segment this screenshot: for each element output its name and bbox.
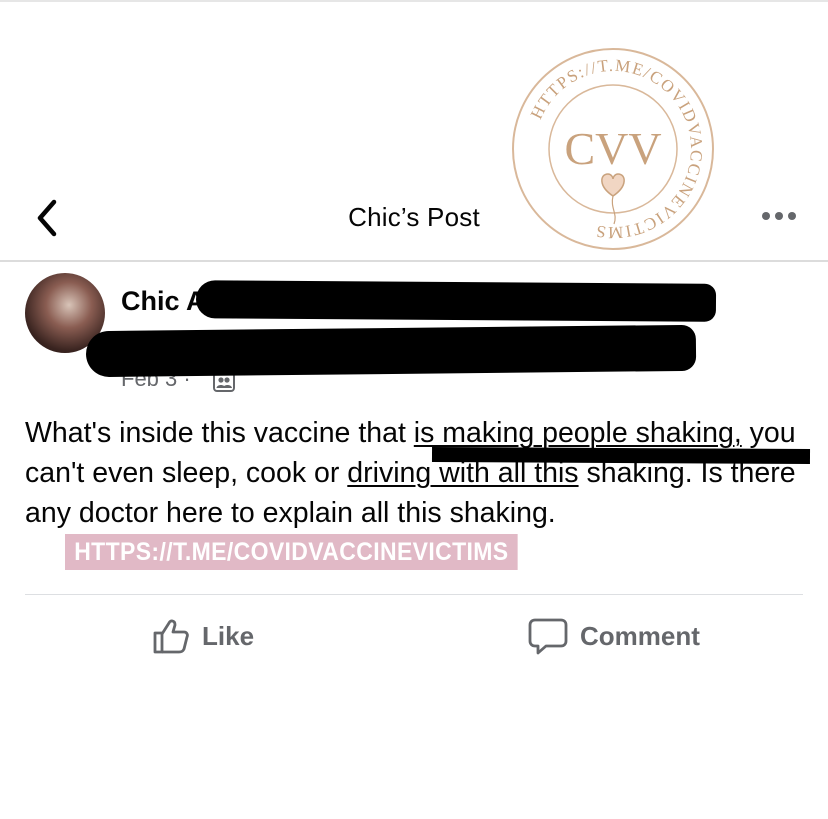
post-text-part: What's inside this vaccine that bbox=[25, 417, 414, 449]
thumbs-up-icon bbox=[153, 619, 189, 654]
author-name[interactable]: Chic A bbox=[121, 286, 206, 317]
comment-button[interactable]: Comment bbox=[528, 612, 700, 660]
redaction-line bbox=[431, 447, 811, 464]
like-label: Like bbox=[202, 620, 255, 651]
redaction-bar bbox=[195, 280, 717, 322]
watermark-link: HTTPS://T.ME/COVIDVACCINEVICTIMS bbox=[65, 534, 518, 570]
more-options-button[interactable] bbox=[758, 204, 802, 228]
watermark-monogram: CVV bbox=[564, 123, 661, 174]
more-horizontal-icon bbox=[762, 212, 796, 220]
watermark-stamp: HTTPS://T.ME/COVIDVACCINEVICTIMS CVV bbox=[510, 46, 716, 252]
post-text-part: is making people shaking, bbox=[413, 417, 742, 449]
comment-bubble-icon bbox=[528, 618, 568, 655]
actions-divider bbox=[25, 594, 803, 595]
comment-label: Comment bbox=[580, 620, 700, 651]
post-text: What's inside this vaccine that is makin… bbox=[25, 413, 815, 573]
like-button[interactable]: Like bbox=[152, 612, 254, 660]
header-divider bbox=[0, 260, 828, 262]
redaction-bar bbox=[85, 324, 697, 378]
